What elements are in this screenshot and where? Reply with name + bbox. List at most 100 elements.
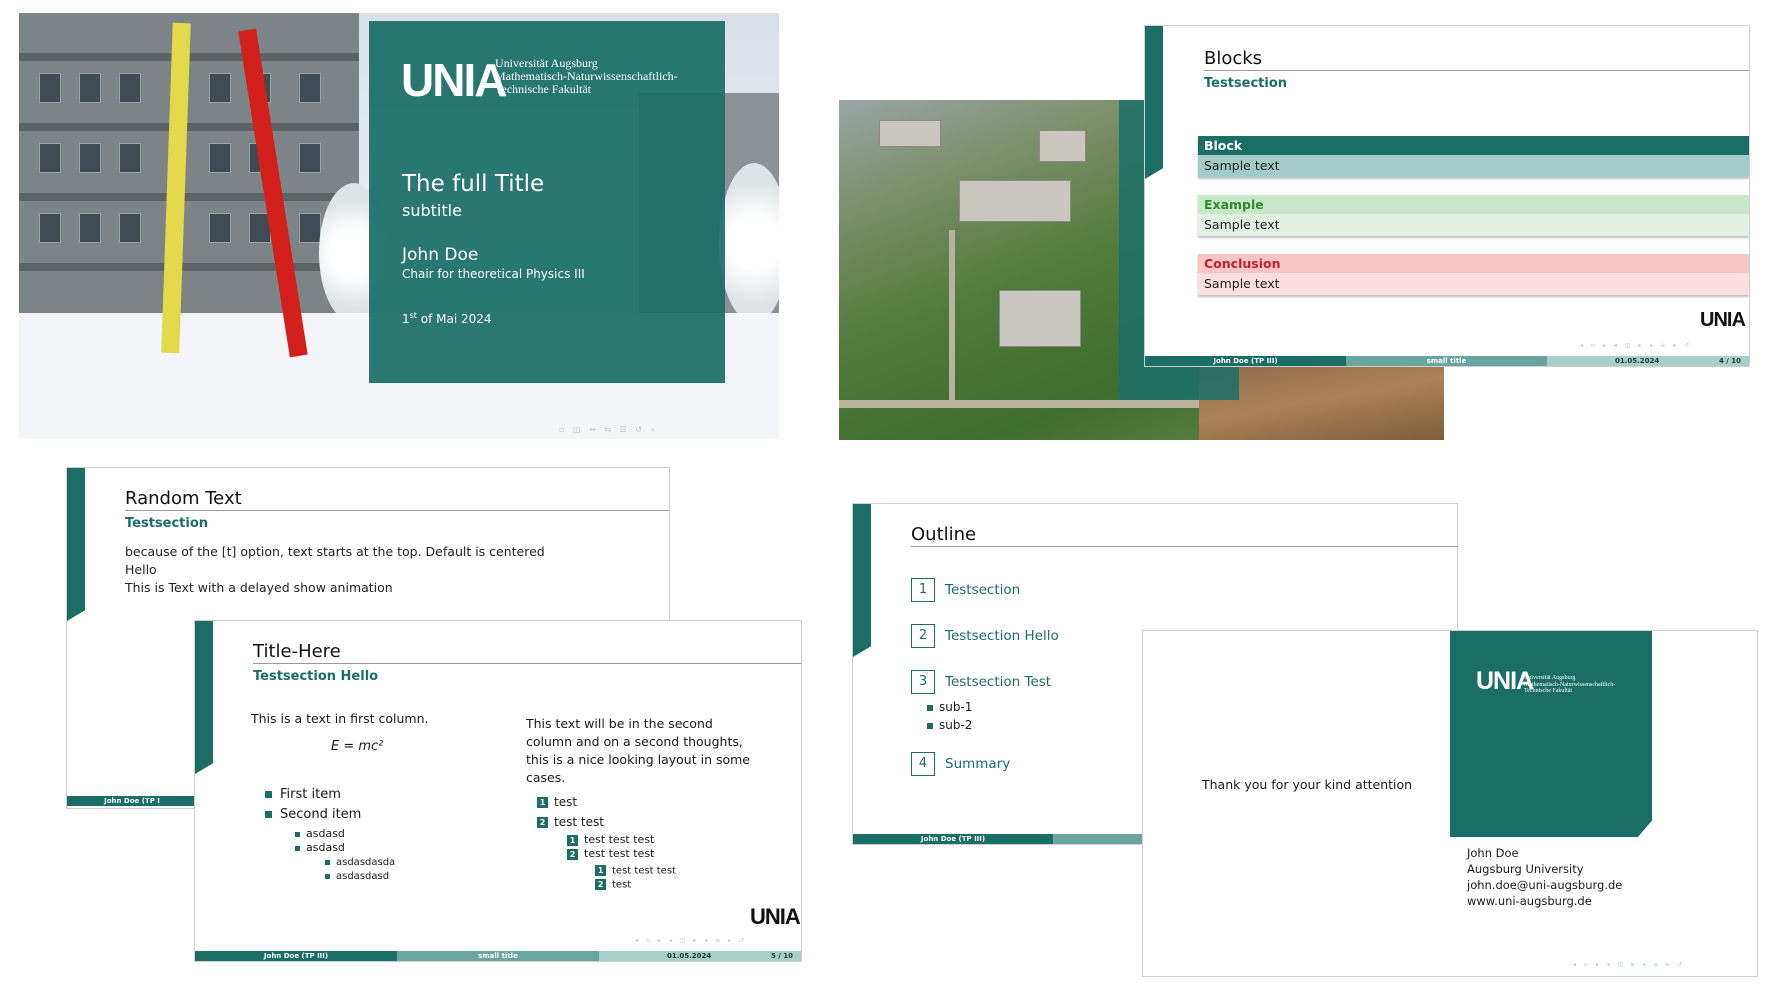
list-item: asdasdasd (325, 871, 389, 882)
closing-logo-panel: UNIA Universität Augsburg Mathematisch-N… (1450, 631, 1652, 837)
bullet-icon (265, 811, 272, 818)
beamer-nav-symbols[interactable]: ◂ ▫ ▸ ◂ ◫ ▸ ◂ ≡ ▸ ↺ (635, 937, 747, 944)
aerial-road (949, 230, 955, 400)
aerial-building (1039, 130, 1086, 162)
list-item-text: First item (280, 787, 341, 802)
column-two-line: cases. (526, 770, 566, 785)
section-name: Testsection (1204, 76, 1288, 91)
outline-number: 3 (911, 670, 935, 694)
contact-affiliation: Augsburg University (1467, 862, 1584, 876)
contact-website[interactable]: www.uni-augsburg.de (1467, 893, 1622, 909)
section-name: Testsection (125, 516, 209, 531)
footer-short-title (1053, 834, 1153, 844)
slide-body-text: because of the [t] option, text starts a… (125, 543, 545, 597)
outline-number: 1 (911, 578, 935, 602)
title-rule (253, 663, 801, 664)
list-item: First item (265, 787, 341, 802)
building-window (299, 143, 321, 173)
slide-footer: John Doe (TP I (67, 796, 197, 806)
beamer-nav-symbols[interactable]: ◂ ▫ ▸ ◂ ◫ ▸ ◂ ≡ ▸ ↺ (1580, 342, 1692, 349)
beamer-nav-symbols[interactable]: ▫ ◫ ↔ ⇆ ☰ ↺ ⌕ (559, 425, 658, 435)
outline-entry[interactable]: 1 Testsection (911, 578, 1020, 602)
aerial-road (839, 400, 1199, 408)
column-one-text: This is a text in first column. (251, 711, 429, 726)
enum-text: test test test (612, 865, 676, 877)
footer-page: 5 / 10 (770, 952, 793, 960)
building-floor (19, 123, 359, 131)
column-two-text: This text will be in the second column a… (526, 715, 750, 787)
column-two-line: column and on a second thoughts, (526, 734, 743, 749)
footer-short-title: small title (397, 951, 599, 961)
title-rule (125, 510, 669, 511)
block-conclusion: Conclusion Sample text (1198, 254, 1749, 295)
presentation-subtitle: subtitle (402, 201, 462, 220)
footer-date: 01.05.2024 (1615, 357, 1660, 365)
university-line: Technische Fakultät (495, 82, 592, 96)
section-name: Testsection Hello (253, 669, 379, 684)
outline-subitem-text: sub-2 (939, 718, 973, 732)
block-header: Block (1198, 136, 1749, 155)
example-body: Sample text (1198, 214, 1749, 236)
university-logo: UNIA (750, 904, 801, 929)
beamer-nav-symbols[interactable]: ◂ ▫ ▸ ◂ ◫ ▸ ◂ ≡ ▸ ↺ (1573, 961, 1685, 968)
slide-title: Title-Here (253, 641, 341, 662)
conclusion-header: Conclusion (1198, 254, 1749, 273)
building-window (39, 143, 61, 173)
building-window (209, 143, 231, 173)
block-standard: Block Sample text (1198, 136, 1749, 177)
enum-text: test (554, 795, 578, 809)
slide-side-accent (1145, 26, 1163, 179)
outline-entry[interactable]: 4 Summary (911, 752, 1010, 776)
contact-email[interactable]: john.doe@uni-augsburg.de (1467, 877, 1622, 893)
contact-block: John Doe Augsburg University john.doe@un… (1467, 845, 1622, 909)
university-name: Universität Augsburg Mathematisch-Naturw… (495, 57, 678, 96)
list-item: asdasd (295, 827, 345, 840)
bullet-icon (295, 845, 300, 851)
enum-item: 1 test test test (595, 865, 676, 877)
outline-subitem[interactable]: sub-1 (927, 700, 972, 714)
thank-you-message: Thank you for your kind attention (1202, 777, 1413, 792)
list-item-text: asdasdasda (336, 857, 396, 868)
outline-entry-text: Summary (945, 756, 1011, 772)
enum-number: 2 (537, 817, 548, 828)
footer-page: 4 / 10 (1718, 357, 1741, 365)
building-window (79, 213, 101, 243)
slide-title: Random Text (125, 488, 242, 509)
building-window (119, 143, 141, 173)
footer-author: John Doe (TP III) (1145, 356, 1346, 366)
enum-number: 1 (537, 797, 548, 808)
slide-footer: John Doe (TP III) small title 01.05.2024… (1145, 356, 1749, 366)
list-item: Second item (265, 807, 361, 822)
enum-text: test test (554, 815, 604, 829)
presentation-date: 1st of Mai 2024 (402, 311, 492, 326)
list-item-text: Second item (280, 807, 362, 822)
aerial-building (999, 290, 1081, 347)
building-window (39, 213, 61, 243)
block-example: Example Sample text (1198, 195, 1749, 236)
conclusion-body: Sample text (1198, 273, 1749, 295)
title-panel: UNIA Universität Augsburg Mathematisch-N… (369, 21, 725, 383)
slide-side-accent (195, 621, 213, 774)
example-header: Example (1198, 195, 1749, 214)
body-line: Hello (125, 562, 157, 577)
slide-title: Blocks (1204, 48, 1263, 69)
block-body: Sample text (1198, 155, 1749, 177)
university-logo: UNIA (1700, 309, 1746, 331)
outline-subitem-text: sub-1 (939, 700, 973, 714)
outline-entry-text: Testsection (945, 582, 1021, 598)
building-window (79, 73, 101, 103)
building-window (299, 213, 321, 243)
bullet-icon (927, 704, 933, 711)
university-name: Universität Augsburg Mathematisch-Naturw… (1524, 675, 1615, 695)
building-floor (19, 263, 359, 271)
two-column-slide: Title-Here Testsection Hello This is a t… (194, 620, 802, 962)
outline-number: 4 (911, 752, 935, 776)
date-day: 1 (402, 312, 410, 326)
enum-number: 1 (595, 865, 606, 876)
outline-subitem[interactable]: sub-2 (927, 718, 972, 732)
slide-title: Outline (911, 524, 977, 545)
footer-author: John Doe (TP III) (195, 951, 397, 961)
outline-entry[interactable]: 2 Testsection Hello (911, 624, 1059, 648)
outline-entry[interactable]: 3 Testsection Test (911, 670, 1051, 694)
body-line: This is Text with a delayed show animati… (125, 580, 393, 595)
